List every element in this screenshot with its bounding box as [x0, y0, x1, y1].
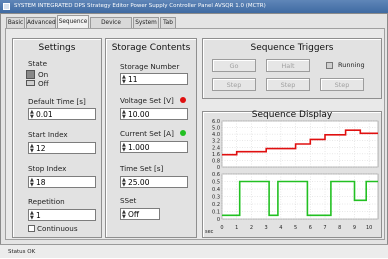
status-bar: Status OK [0, 244, 388, 258]
current-set-field[interactable]: ▲ ▼ 1.000 [120, 141, 188, 153]
x-tick-label: 3 [265, 225, 268, 231]
top-y-tick-label: 3.2 [212, 139, 220, 145]
state-on-label: On [38, 70, 49, 79]
tab-basic[interactable]: Basic [6, 17, 25, 28]
spin-arrows-icon[interactable]: ▲ ▼ [30, 178, 34, 188]
bottom-y-tick-label: 0 [217, 217, 220, 223]
default-time-field[interactable]: ▲ ▼ 0.01 [28, 108, 96, 120]
window-title-bar: SYSTEM INTEGRATED DPS Strategy Editor Po… [0, 0, 388, 13]
state-off-label: Off [38, 79, 49, 88]
stop-index-field[interactable]: ▲ ▼ 18 [28, 176, 96, 188]
bottom-y-tick-label: 0.6 [212, 172, 220, 178]
top-y-tick-label: 1.6 [212, 152, 220, 158]
top-y-tick-label: 4.0 [212, 132, 220, 138]
step-button-1[interactable]: Step [212, 78, 256, 91]
time-set-field[interactable]: ▲ ▼ 25.00 [120, 176, 188, 188]
bottom-y-tick-label: 0.2 [212, 202, 220, 208]
running-led [326, 62, 333, 69]
x-tick-label: 4 [279, 225, 282, 231]
top-y-tick-label: 0.8 [212, 158, 220, 164]
step-button-3[interactable]: Step [320, 78, 364, 91]
start-index-label: Start Index [28, 130, 68, 139]
app-icon [3, 3, 10, 10]
storage-title: Storage Contents [111, 43, 191, 53]
repetition-field[interactable]: ▲ ▼ 1 [28, 209, 96, 221]
spin-arrows-icon[interactable]: ▲ ▼ [122, 75, 126, 85]
storage-number-label: Storage Number [120, 62, 180, 71]
go-button[interactable]: Go [212, 59, 256, 72]
tab-advanced[interactable]: Advanced [26, 17, 56, 28]
spin-arrows-icon[interactable]: ▲ ▼ [122, 178, 126, 188]
triggers-title: Sequence Triggers [250, 43, 334, 53]
settings-title: Settings [38, 43, 76, 53]
start-index-field[interactable]: ▲ ▼ 12 [28, 142, 96, 154]
tab-device-config[interactable]: Device Config [90, 17, 132, 36]
tab-system[interactable]: System [133, 17, 159, 28]
top-y-tick-label: 6.0 [212, 119, 220, 125]
x-tick-label: 8 [338, 225, 341, 231]
x-tick-label: 2 [250, 225, 253, 231]
step-button-2[interactable]: Step [266, 78, 310, 91]
spin-arrows-icon[interactable]: ▲ ▼ [122, 143, 126, 153]
x-tick-label: 1 [235, 225, 238, 231]
halt-button[interactable]: Halt [266, 59, 310, 72]
top-y-tick-label: 0 [217, 165, 220, 171]
spin-arrows-icon[interactable]: ▲ ▼ [122, 110, 126, 120]
x-tick-label: 6 [309, 225, 312, 231]
sset-field[interactable]: ▲ ▼ Off [120, 208, 160, 220]
window-title: SYSTEM INTEGRATED DPS Strategy Editor Po… [14, 3, 266, 9]
current-indicator-dot [180, 130, 186, 136]
repetition-label: Repetition [28, 197, 65, 206]
continuous-checkbox[interactable] [28, 225, 35, 232]
state-on-led[interactable] [26, 70, 35, 79]
status-text: Status OK [8, 249, 36, 255]
x-tick-label: 7 [323, 225, 326, 231]
current-set-label: Current Set [A] [120, 129, 174, 138]
running-label: Running [338, 61, 365, 69]
stop-index-label: Stop Index [28, 164, 67, 173]
spin-arrows-icon[interactable]: ▲ ▼ [30, 144, 34, 154]
state-off-indicator[interactable] [26, 80, 35, 86]
chart-corner-label: sec [205, 229, 214, 235]
spin-arrows-icon[interactable]: ▲ ▼ [122, 210, 126, 220]
tab-tab[interactable]: Tab [160, 17, 176, 28]
top-y-tick-label: 2.4 [212, 145, 220, 151]
time-set-label: Time Set [s] [120, 164, 164, 173]
x-tick-label: 5 [294, 225, 297, 231]
default-time-label: Default Time [s] [28, 97, 86, 106]
voltage-indicator-dot [180, 97, 186, 103]
bottom-y-tick-label: 0.3 [212, 195, 220, 201]
bottom-y-tick-label: 0.5 [212, 180, 220, 186]
x-tick-label: 0 [220, 225, 223, 231]
sset-label: SSet [120, 196, 137, 205]
sequence-chart: 6.05.04.03.22.41.60.800.60.50.40.30.20.1… [212, 119, 379, 231]
storage-number-field[interactable]: ▲ ▼ 11 [120, 73, 188, 85]
spin-arrows-icon[interactable]: ▲ ▼ [30, 211, 34, 221]
tab-sequence[interactable]: Sequence [57, 15, 89, 28]
bottom-y-tick-label: 0.1 [212, 210, 220, 216]
continuous-label: Continuous [37, 224, 78, 233]
bottom-y-tick-label: 0.4 [212, 187, 220, 193]
x-tick-label: 10 [366, 225, 372, 231]
top-y-tick-label: 5.0 [212, 126, 220, 132]
state-label: State [28, 59, 48, 68]
voltage-set-field[interactable]: ▲ ▼ 10.00 [120, 108, 188, 120]
voltage-set-label: Voltage Set [V] [120, 96, 174, 105]
x-tick-label: 9 [353, 225, 356, 231]
spin-arrows-icon[interactable]: ▲ ▼ [30, 110, 34, 120]
